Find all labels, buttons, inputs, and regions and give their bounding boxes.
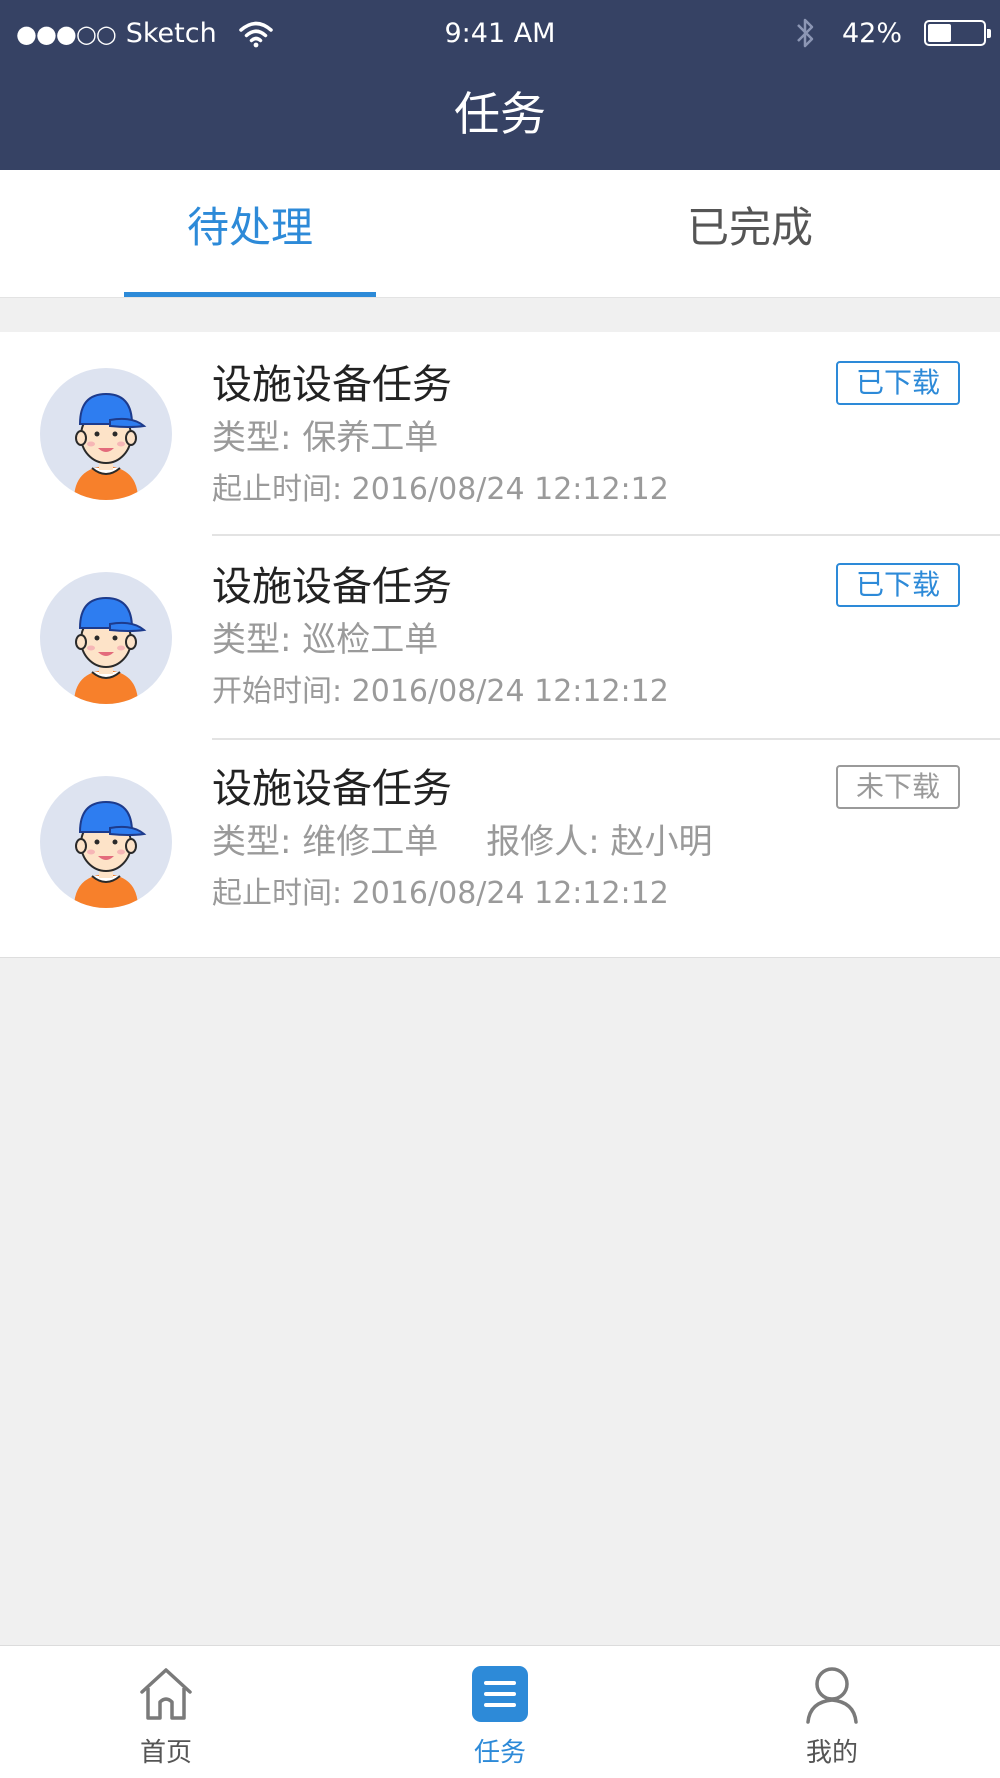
battery-level <box>928 24 951 42</box>
task-item[interactable]: 设施设备任务 类型: 维修工单 报修人: 赵小明 起止时间: 2016/08/24… <box>0 740 1000 944</box>
tabbar-label-home: 首页 <box>139 1738 192 1768</box>
avatar <box>40 572 172 704</box>
battery-percent: 42% <box>841 17 902 49</box>
task-time-label: 起止时间: <box>212 472 352 507</box>
task-type: 类型: 巡检工单 <box>212 612 438 661</box>
worker-avatar-icon <box>74 392 147 500</box>
task-time-value: 2016/08/24 12:12:12 <box>351 876 669 911</box>
task-time-value: 2016/08/24 12:12:12 <box>351 472 669 507</box>
task-title: 设施设备任务 <box>212 362 452 408</box>
task-type-text: 类型: 维修工单 <box>212 822 439 862</box>
tab-completed[interactable]: 已完成 <box>500 170 1000 298</box>
task-type: 类型: 维修工单 报修人: 赵小明 <box>212 814 713 863</box>
status-bar: ●●●○○ Sketch 9:41 AM 42% <box>0 0 1000 70</box>
task-list-icon <box>472 1666 528 1722</box>
status-right: 42% <box>794 16 991 50</box>
avatar <box>40 776 172 908</box>
worker-avatar-icon <box>74 596 147 704</box>
status-badge: 未下载 <box>836 765 960 809</box>
status-badge: 已下载 <box>836 361 960 405</box>
tabbar-item-home[interactable]: 首页 <box>66 1646 266 1778</box>
worker-avatar-icon <box>74 800 147 908</box>
tabbar-label-tasks: 任务 <box>473 1738 526 1768</box>
task-type-text: 类型: 巡检工单 <box>212 620 439 660</box>
task-type-text: 类型: 保养工单 <box>212 418 439 458</box>
app-header: ●●●○○ Sketch 9:41 AM 42% 任务 <box>0 0 1000 170</box>
task-title: 设施设备任务 <box>212 766 452 812</box>
tabbar-label-profile: 我的 <box>805 1738 858 1768</box>
tab-pending[interactable]: 待处理 <box>0 170 500 298</box>
task-time-value: 2016/08/24 12:12:12 <box>351 674 669 709</box>
task-type: 类型: 保养工单 <box>212 410 438 459</box>
page-title: 任务 <box>454 87 546 141</box>
active-tab-indicator <box>124 292 376 297</box>
avatar <box>40 368 172 500</box>
task-time: 起止时间: 2016/08/24 12:12:12 <box>212 464 669 508</box>
status-badge: 已下载 <box>836 563 960 607</box>
task-item[interactable]: 设施设备任务 类型: 巡检工单 开始时间: 2016/08/24 12:12:1… <box>0 536 1000 740</box>
bluetooth-icon <box>797 18 814 48</box>
tabbar-item-profile[interactable]: 我的 <box>732 1646 932 1778</box>
task-time: 开始时间: 2016/08/24 12:12:12 <box>212 666 669 710</box>
task-time: 起止时间: 2016/08/24 12:12:12 <box>212 868 669 912</box>
home-icon <box>140 1668 192 1720</box>
task-time-label: 开始时间: <box>212 674 352 709</box>
tabbar-item-tasks[interactable]: 任务 <box>400 1646 600 1778</box>
bottom-tab-bar: 首页 任务 我的 <box>0 1645 1000 1778</box>
user-icon <box>806 1667 858 1724</box>
battery-icon <box>924 20 991 46</box>
task-list: 设施设备任务 类型: 保养工单 起止时间: 2016/08/24 12:12:1… <box>0 332 1000 958</box>
task-reporter: 报修人: 赵小明 <box>486 822 713 862</box>
task-title: 设施设备任务 <box>212 564 452 610</box>
segment-tabs: 待处理 已完成 <box>0 170 1000 298</box>
task-time-label: 起止时间: <box>212 876 352 911</box>
task-item[interactable]: 设施设备任务 类型: 保养工单 起止时间: 2016/08/24 12:12:1… <box>0 332 1000 536</box>
